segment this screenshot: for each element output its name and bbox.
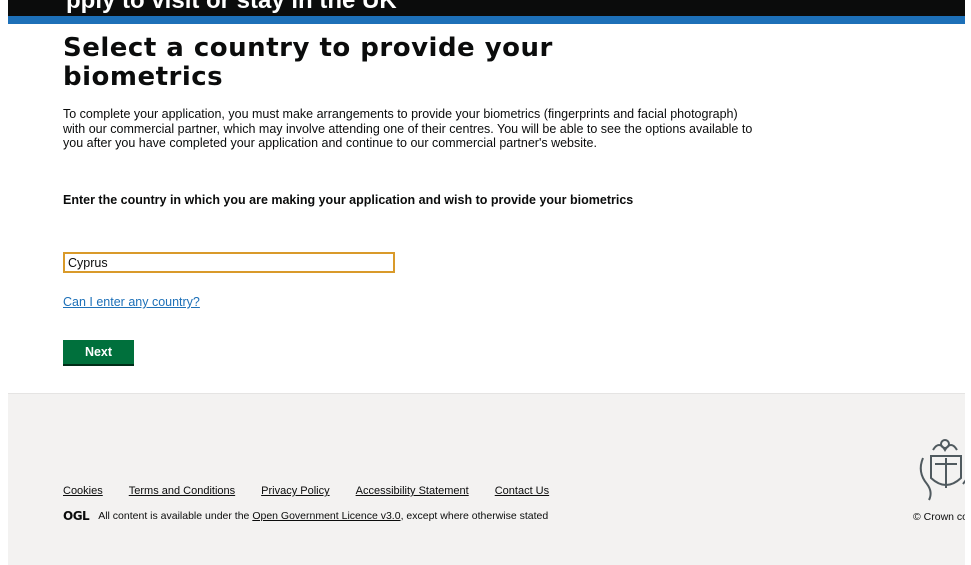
ogl-logo-icon: OGL: [63, 509, 90, 523]
footer-link-contact[interactable]: Contact Us: [495, 485, 549, 497]
right-edge: [965, 0, 971, 564]
page-title: Select a country to provide your biometr…: [63, 33, 553, 92]
licence-row: OGL All content is available under the O…: [63, 509, 548, 523]
licence-suffix: , except where otherwise stated: [400, 510, 549, 522]
footer-link-cookies[interactable]: Cookies: [63, 485, 103, 497]
country-field-label: Enter the country in which you are makin…: [63, 193, 634, 207]
royal-coat-of-arms-icon: [913, 436, 971, 504]
next-button[interactable]: Next: [63, 340, 134, 366]
intro-paragraph: To complete your application, you must m…: [63, 107, 753, 150]
footer-links: Cookies Terms and Conditions Privacy Pol…: [63, 485, 549, 497]
site-footer: Cookies Terms and Conditions Privacy Pol…: [8, 393, 971, 565]
licence-prefix: All content is available under the: [98, 510, 250, 522]
main-content: Select a country to provide your biometr…: [0, 24, 971, 393]
footer-link-accessibility[interactable]: Accessibility Statement: [356, 485, 469, 497]
header-blue-bar: [0, 16, 971, 24]
country-input[interactable]: [63, 252, 395, 273]
left-edge: [0, 0, 8, 564]
site-header: pply to visit or stay in the UK: [0, 0, 971, 16]
open-government-licence-link[interactable]: Open Government Licence v3.0: [252, 510, 400, 522]
crown-copyright: © Crown copyright: [913, 511, 971, 523]
service-name[interactable]: pply to visit or stay in the UK: [66, 0, 397, 15]
footer-link-terms[interactable]: Terms and Conditions: [129, 485, 235, 497]
footer-link-privacy[interactable]: Privacy Policy: [261, 485, 329, 497]
can-i-enter-any-country-link[interactable]: Can I enter any country?: [63, 295, 200, 309]
